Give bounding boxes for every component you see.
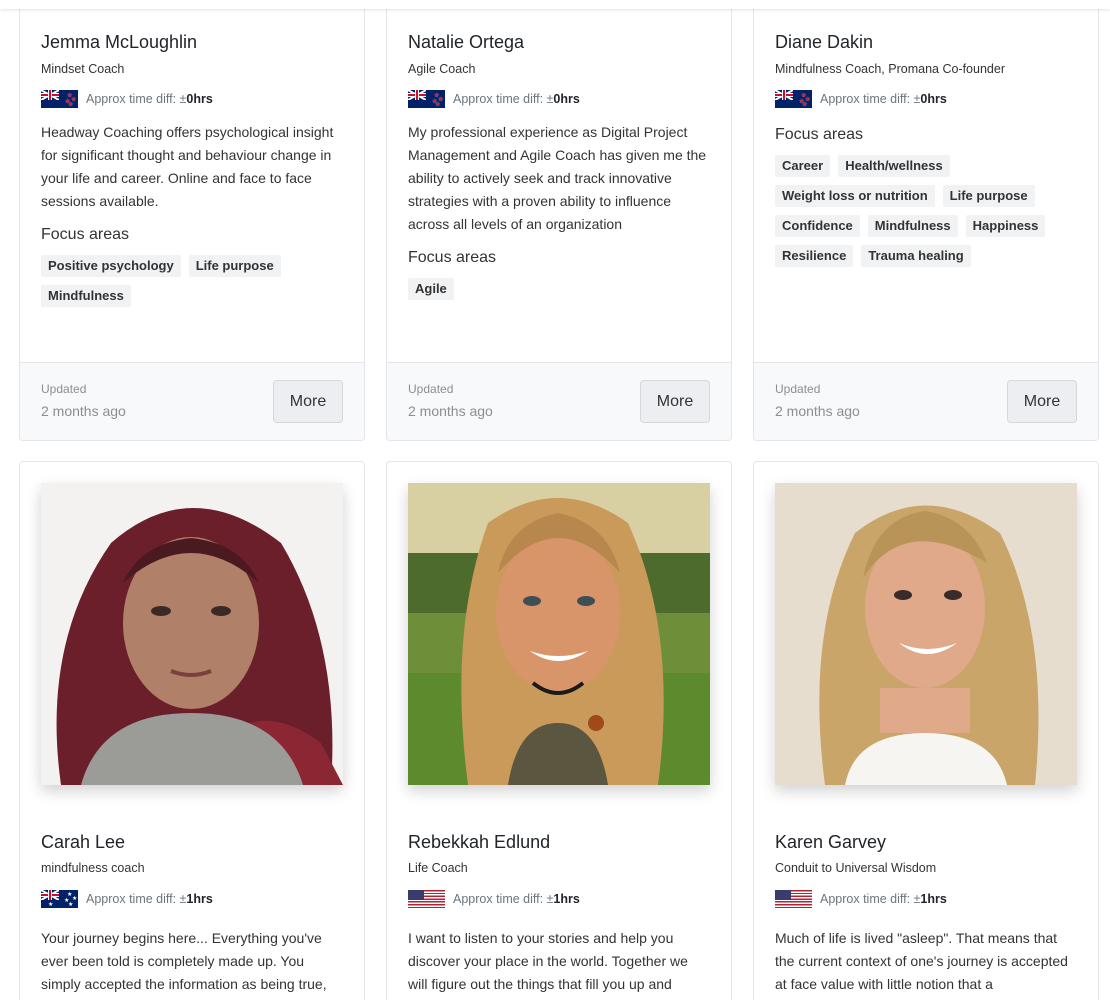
coach-title: mindfulness coach <box>41 861 145 875</box>
coach-bio: Much of life is lived "asleep". That mea… <box>775 930 1068 992</box>
updated-label: Updated <box>775 382 821 396</box>
updated-label: Updated <box>41 382 87 396</box>
coach-card[interactable]: Rebekkah Edlund Life Coach Approx time d… <box>386 461 732 1000</box>
coach-title: Mindset Coach <box>41 62 125 76</box>
coach-title: Mindfulness Coach, Promana Co-founder <box>775 62 1005 76</box>
coach-card[interactable]: Jemma McLoughlin Mindset Coach ★ ★ ★ ★ A… <box>19 0 365 441</box>
coach-name[interactable]: Jemma McLoughlin <box>41 31 343 53</box>
time-diff-prefix: Approx time diff: ± <box>453 892 554 906</box>
us-flag-icon <box>408 890 445 908</box>
time-diff: ★ ★ ★ ★ Approx time diff: ±0 hrs <box>775 90 1077 108</box>
us-flag-icon <box>775 890 812 908</box>
time-diff-value: 1 <box>553 892 561 906</box>
time-diff-unit: hrs <box>927 92 947 106</box>
au-flag-icon: ★ ★ ★ ★ ★ <box>41 890 78 908</box>
time-diff: ★ ★ ★ ★ Approx time diff: ±0 hrs <box>408 90 710 108</box>
time-diff: Approx time diff: ±1 hrs <box>775 890 947 908</box>
card-footer: Updated 2 months ago More <box>387 362 731 440</box>
time-diff-unit: hrs <box>193 92 213 106</box>
time-diff-prefix: Approx time diff: ± <box>453 92 554 106</box>
focus-tag[interactable]: Positive psychology <box>41 255 181 277</box>
time-diff: ★ ★ ★ ★ Approx time diff: ±0 hrs <box>41 90 343 108</box>
focus-areas-heading: Focus areas <box>775 126 864 143</box>
more-button[interactable]: More <box>273 380 343 423</box>
updated-label: Updated <box>408 382 454 396</box>
coach-title: Life Coach <box>408 861 468 875</box>
coach-title: Agile Coach <box>408 62 476 76</box>
coach-name[interactable]: Natalie Ortega <box>408 31 710 53</box>
time-diff-unit: hrs <box>560 92 580 106</box>
updated-value: 2 months ago <box>408 403 493 419</box>
coach-photo[interactable] <box>408 483 710 785</box>
coach-card[interactable]: Diane Dakin Mindfulness Coach, Promana C… <box>753 0 1099 441</box>
focus-tag[interactable]: Resilience <box>775 245 854 267</box>
coach-bio: Headway Coaching offers psychological in… <box>41 124 334 209</box>
time-diff-unit: hrs <box>927 892 947 906</box>
focus-tag[interactable]: Happiness <box>965 215 1046 237</box>
focus-tag[interactable]: Agile <box>408 278 454 300</box>
time-diff-unit: hrs <box>560 892 580 906</box>
time-diff-value: 1 <box>186 892 194 906</box>
top-bar <box>0 0 1110 9</box>
coach-name[interactable]: Rebekkah Edlund <box>408 831 550 853</box>
nz-flag-icon: ★ ★ ★ ★ <box>408 90 445 108</box>
more-button[interactable]: More <box>640 380 710 423</box>
time-diff: ★ ★ ★ ★ ★ Approx time diff: ±1 hrs <box>41 890 213 908</box>
focus-tag[interactable]: Health/wellness <box>838 155 950 177</box>
time-diff-value: 0 <box>920 92 928 106</box>
focus-tag[interactable]: Trauma healing <box>861 245 971 267</box>
time-diff-value: 0 <box>553 92 561 106</box>
more-button[interactable]: More <box>1007 380 1077 423</box>
focus-tag[interactable]: Weight loss or nutrition <box>775 185 935 207</box>
coach-card[interactable]: Carah Lee mindfulness coach ★ ★ ★ ★ ★ Ap… <box>19 461 365 1000</box>
time-diff-prefix: Approx time diff: ± <box>86 892 187 906</box>
time-diff-value: 1 <box>920 892 928 906</box>
coach-bio: I want to listen to your stories and hel… <box>408 930 688 992</box>
time-diff-prefix: Approx time diff: ± <box>86 92 187 106</box>
focus-areas-heading: Focus areas <box>408 249 497 266</box>
coach-name[interactable]: Diane Dakin <box>775 31 1077 53</box>
coach-title: Conduit to Universal Wisdom <box>775 861 937 875</box>
focus-tag[interactable]: Mindfulness <box>867 215 958 237</box>
time-diff-unit: hrs <box>193 892 213 906</box>
time-diff-value: 0 <box>186 92 194 106</box>
updated-value: 2 months ago <box>775 403 860 419</box>
coach-card[interactable]: Karen Garvey Conduit to Universal Wisdom… <box>753 461 1099 1000</box>
focus-tag[interactable]: Confidence <box>775 215 860 237</box>
focus-tag[interactable]: Life purpose <box>942 185 1035 207</box>
focus-areas-heading: Focus areas <box>41 226 130 243</box>
nz-flag-icon: ★ ★ ★ ★ <box>775 90 812 108</box>
coach-photo[interactable] <box>41 483 343 785</box>
coach-name[interactable]: Karen Garvey <box>775 831 886 853</box>
focus-tags: Agile <box>408 278 710 300</box>
updated-value: 2 months ago <box>41 403 126 419</box>
focus-tag[interactable]: Life purpose <box>188 255 281 277</box>
card-footer: Updated 2 months ago More <box>20 362 364 440</box>
coach-name[interactable]: Carah Lee <box>41 831 125 853</box>
focus-tag[interactable]: Mindfulness <box>41 285 131 307</box>
focus-tags: Career Health/wellness Weight loss or nu… <box>775 155 1077 267</box>
time-diff-prefix: Approx time diff: ± <box>820 92 921 106</box>
time-diff-prefix: Approx time diff: ± <box>820 892 921 906</box>
time-diff: Approx time diff: ±1 hrs <box>408 890 580 908</box>
focus-tags: Positive psychology Life purpose Mindful… <box>41 255 343 307</box>
card-footer: Updated 2 months ago More <box>754 362 1098 440</box>
coach-card[interactable]: Natalie Ortega Agile Coach ★ ★ ★ ★ Appro… <box>386 0 732 441</box>
nz-flag-icon: ★ ★ ★ ★ <box>41 90 78 108</box>
coach-bio: Your journey begins here... Everything y… <box>41 930 327 992</box>
coach-bio: My professional experience as Digital Pr… <box>408 124 707 232</box>
focus-tag[interactable]: Career <box>775 155 831 177</box>
coach-photo[interactable] <box>775 483 1077 785</box>
